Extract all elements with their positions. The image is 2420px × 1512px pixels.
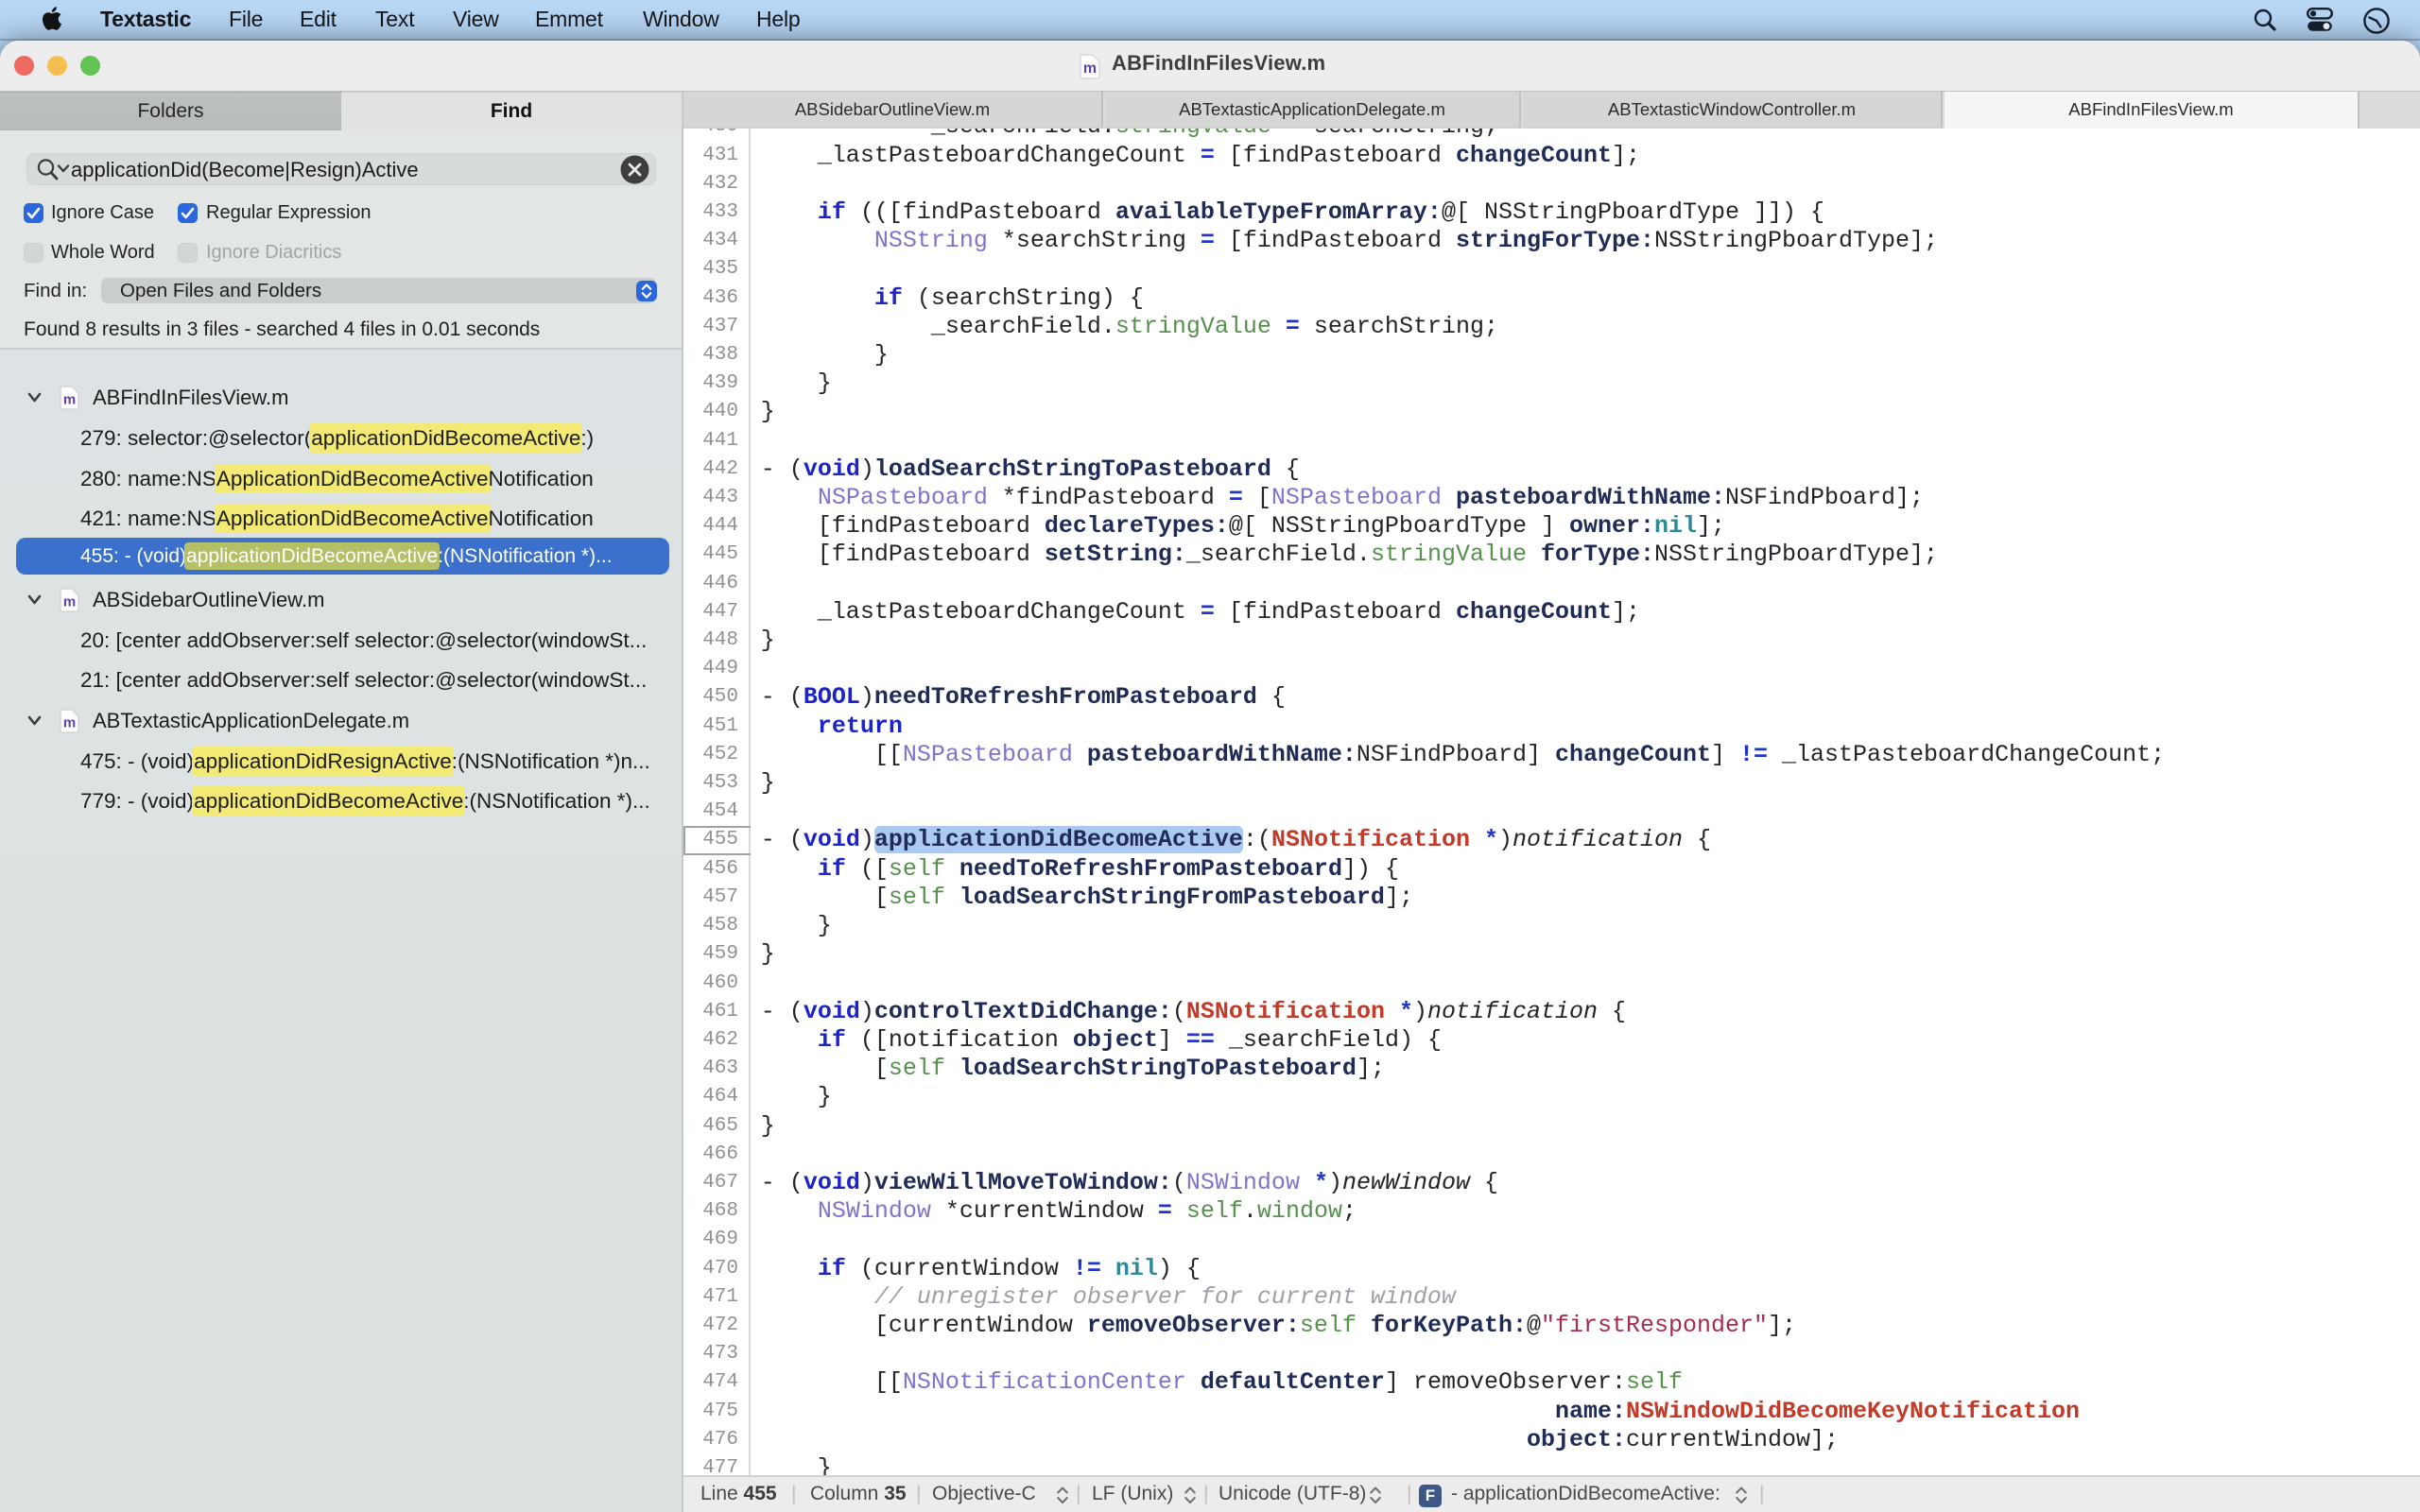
svg-text:m: m xyxy=(1083,60,1097,77)
svg-text:m: m xyxy=(63,593,76,610)
svg-text:m: m xyxy=(63,392,76,408)
svg-text:m: m xyxy=(63,714,76,730)
